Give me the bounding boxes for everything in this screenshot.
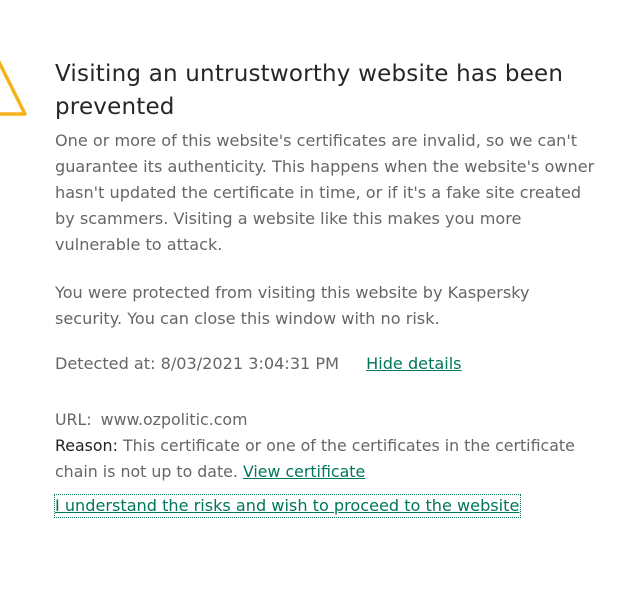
detected-label: Detected at: bbox=[55, 354, 156, 373]
details-panel: URL: www.ozpolitic.com Reason: This certi… bbox=[55, 407, 595, 485]
url-row: URL: www.ozpolitic.com bbox=[55, 407, 595, 433]
protection-note: You were protected from visiting this we… bbox=[55, 283, 530, 328]
reason-label: Reason: bbox=[55, 436, 118, 455]
warning-content: Visiting an untrustworthy website has be… bbox=[54, 58, 595, 518]
page-title: Visiting an untrustworthy website has be… bbox=[55, 61, 564, 120]
view-certificate-link[interactable]: View certificate bbox=[243, 462, 365, 481]
detected-timestamp: 8/03/2021 3:04:31 PM bbox=[160, 354, 340, 373]
url-label: URL: bbox=[55, 410, 92, 429]
reason-row: Reason: This certificate or one of the c… bbox=[55, 433, 595, 485]
hide-details-link[interactable]: Hide details bbox=[366, 354, 461, 373]
proceed-to-website-link[interactable]: I understand the risks and wish to proce… bbox=[54, 494, 522, 518]
description-text: One or more of this website's certificat… bbox=[55, 131, 595, 254]
url-value: www.ozpolitic.com bbox=[100, 410, 248, 429]
warning-triangle-icon bbox=[0, 60, 27, 116]
detection-row: Detected at: 8/03/2021 3:04:31 PM Hide d… bbox=[55, 351, 595, 377]
